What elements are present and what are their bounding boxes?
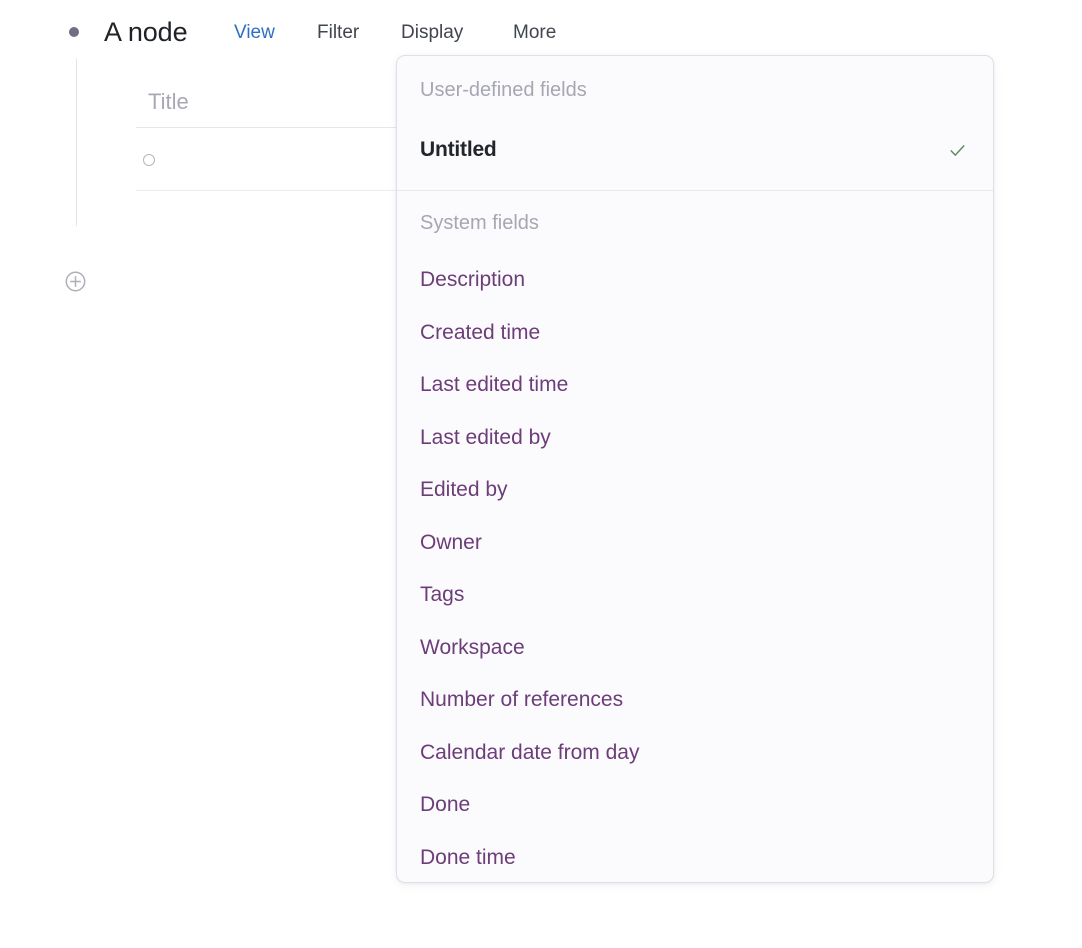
- section-label-system-fields: System fields: [420, 212, 539, 234]
- dropdown-item-number-of-references[interactable]: Number of references: [397, 680, 993, 720]
- dropdown-item-done[interactable]: Done: [397, 785, 993, 825]
- dropdown-section-divider: [397, 190, 993, 191]
- dropdown-item-label: Untitled: [420, 138, 497, 161]
- dropdown-item-label: Edited by: [420, 478, 508, 501]
- dropdown-item-edited-by[interactable]: Edited by: [397, 470, 993, 510]
- dropdown-item-last-edited-by[interactable]: Last edited by: [397, 418, 993, 458]
- field-selector-dropdown: User-defined fields Untitled System fiel…: [396, 55, 994, 883]
- dropdown-item-label: Workspace: [420, 636, 525, 659]
- dropdown-item-label: Calendar date from day: [420, 741, 640, 764]
- dropdown-item-label: Last edited time: [420, 373, 569, 396]
- dropdown-item-label: Number of references: [420, 688, 624, 711]
- tab-more[interactable]: More: [513, 21, 556, 45]
- dropdown-item-label: Last edited by: [420, 426, 551, 449]
- dropdown-item-tags[interactable]: Tags: [397, 575, 993, 615]
- dropdown-item-label: Tags: [420, 583, 465, 606]
- dropdown-item-workspace[interactable]: Workspace: [397, 628, 993, 668]
- tab-view[interactable]: View: [234, 21, 275, 45]
- dropdown-item-calendar-date-from-day[interactable]: Calendar date from day: [397, 733, 993, 773]
- dropdown-item-label: Owner: [420, 531, 482, 554]
- dropdown-item-done-time[interactable]: Done time: [397, 838, 993, 878]
- check-icon: [948, 141, 967, 160]
- dropdown-item-label: Description: [420, 268, 526, 291]
- section-label-user-defined-fields: User-defined fields: [420, 79, 587, 101]
- bullet-dot-icon: [69, 27, 79, 37]
- dropdown-item-untitled[interactable]: Untitled: [397, 130, 993, 170]
- dropdown-item-owner[interactable]: Owner: [397, 523, 993, 563]
- page-title: A node: [104, 17, 188, 47]
- tab-filter[interactable]: Filter: [317, 21, 359, 45]
- dropdown-item-label: Created time: [420, 321, 541, 344]
- dropdown-item-description[interactable]: Description: [397, 260, 993, 300]
- circle-outline-icon[interactable]: [143, 154, 155, 166]
- plus-circle-icon[interactable]: [65, 271, 86, 292]
- dropdown-item-label: Done time: [420, 846, 516, 869]
- left-rail-divider: [76, 58, 77, 226]
- dropdown-item-last-edited-time[interactable]: Last edited time: [397, 365, 993, 405]
- dropdown-item-label: Done: [420, 793, 471, 816]
- table-column-header-title: Title: [148, 89, 189, 114]
- tab-display[interactable]: Display: [401, 21, 463, 45]
- dropdown-item-created-time[interactable]: Created time: [397, 313, 993, 353]
